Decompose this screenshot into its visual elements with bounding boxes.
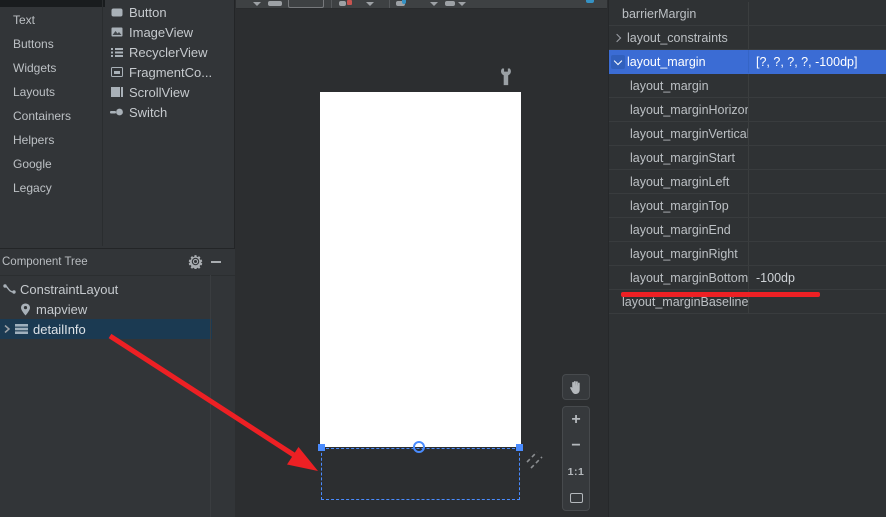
dropdown-arrow-icon[interactable]: [366, 2, 374, 6]
palette-item-button[interactable]: Button: [104, 2, 235, 22]
magnet-accent: [402, 0, 406, 4]
wrench-icon: [501, 68, 512, 87]
toolbar-separator: [389, 0, 390, 8]
attr-row-layout-margin-group[interactable]: layout_margin [?, ?, ?, ?, -100dp]: [609, 50, 886, 74]
attributes-table: barrierMargin layout_constraints layout_…: [609, 2, 886, 314]
attr-row-layout-marginhorizontal[interactable]: layout_marginHorizon...: [609, 98, 886, 122]
dropdown-arrow-icon[interactable]: [430, 2, 438, 6]
palette-category-widgets[interactable]: Widgets: [0, 56, 101, 80]
palette-item-imageview[interactable]: ImageView: [104, 22, 235, 42]
zoom-controls: + − 1:1: [562, 406, 590, 511]
attr-row-layout-marginleft[interactable]: layout_marginLeft: [609, 170, 886, 194]
attr-row-layout-marginstart[interactable]: layout_marginStart: [609, 146, 886, 170]
palette-column-divider: [102, 0, 103, 246]
device-frame-outline[interactable]: [288, 0, 324, 8]
component-tree-title: Component Tree: [2, 256, 88, 268]
palette-item-label: ScrollView: [129, 85, 189, 100]
palette-category-layouts[interactable]: Layouts: [0, 80, 101, 104]
zoom-out-button[interactable]: −: [563, 433, 589, 459]
toolbar-separator: [331, 0, 332, 8]
button-icon: [110, 6, 123, 19]
palette-category-containers[interactable]: Containers: [0, 104, 101, 128]
palette-category-helpers[interactable]: Helpers: [0, 128, 101, 152]
palette-item-scrollview[interactable]: ScrollView: [104, 82, 235, 102]
attr-row-barriermargin[interactable]: barrierMargin: [609, 2, 886, 26]
palette-component-list: Button ImageView RecyclerView: [104, 2, 235, 122]
settings-gear-icon[interactable]: [188, 254, 203, 269]
palette-category-buttons[interactable]: Buttons: [0, 32, 101, 56]
imageview-icon: [110, 26, 123, 39]
palette-panel: Text Buttons Widgets Layouts Containers …: [0, 0, 235, 517]
device-icon[interactable]: [268, 1, 282, 6]
notification-icon[interactable]: [586, 0, 594, 3]
palette-item-label: Switch: [129, 105, 167, 120]
selected-view-detailinfo[interactable]: [321, 448, 520, 500]
attr-row-layout-margintop[interactable]: layout_marginTop: [609, 194, 886, 218]
palette-category-text[interactable]: Text: [0, 8, 101, 32]
palette-item-switch[interactable]: Switch: [104, 102, 235, 122]
expand-chevron-icon[interactable]: [611, 55, 625, 69]
palette-tab-edge: [0, 0, 105, 7]
constraint-anchor-top[interactable]: [413, 441, 425, 453]
tree-panel-scrollbar[interactable]: [210, 275, 211, 517]
attr-row-layout-constraints[interactable]: layout_constraints: [609, 26, 886, 50]
expand-chevron-icon[interactable]: [3, 325, 11, 333]
tree-item-detailinfo[interactable]: detailInfo: [0, 319, 212, 339]
fit-screen-icon: [570, 493, 583, 503]
attributes-panel: barrierMargin layout_constraints layout_…: [608, 0, 886, 517]
device-canvas[interactable]: [320, 92, 521, 447]
constraintlayout-icon: [3, 283, 16, 296]
attr-row-layout-margin[interactable]: layout_margin: [609, 74, 886, 98]
fragment-container-icon: [110, 66, 123, 79]
selection-handle-top-right[interactable]: [516, 444, 523, 451]
attr-row-layout-marginend[interactable]: layout_marginEnd: [609, 218, 886, 242]
collapse-chevron-icon[interactable]: [611, 31, 625, 45]
palette-category-google[interactable]: Google: [0, 152, 101, 176]
scrollview-icon: [110, 86, 123, 99]
palette-category-list: Text Buttons Widgets Layouts Containers …: [0, 8, 101, 200]
attr-row-layout-marginright[interactable]: layout_marginRight: [609, 242, 886, 266]
location-pin-icon: [19, 303, 32, 316]
dropdown-arrow-icon[interactable]: [458, 2, 466, 6]
tree-item-constraintlayout[interactable]: ConstraintLayout: [0, 279, 212, 299]
hand-icon: [569, 380, 583, 395]
zoom-fit-button[interactable]: [563, 485, 589, 511]
palette-category-legacy[interactable]: Legacy: [0, 176, 101, 200]
tree-item-label: ConstraintLayout: [20, 282, 118, 297]
android-studio-layout-editor: Text Buttons Widgets Layouts Containers …: [0, 0, 886, 517]
tree-item-label: detailInfo: [33, 322, 86, 337]
zoom-in-button[interactable]: +: [563, 407, 589, 433]
attr-row-layout-marginvertical[interactable]: layout_marginVertical: [609, 122, 886, 146]
red-underline-annotation: [621, 292, 820, 297]
zoom-reset-button[interactable]: 1:1: [563, 459, 589, 485]
hide-panel-icon[interactable]: [211, 261, 221, 263]
list-view-icon: [15, 323, 28, 336]
component-tree-panel: Component Tree ConstraintLayout: [0, 248, 235, 517]
error-badge-icon[interactable]: [347, 0, 352, 5]
design-toolbar-clipped: [236, 0, 607, 9]
palette-item-fragmentcontainer[interactable]: FragmentCo...: [104, 62, 235, 82]
recyclerview-icon: [110, 46, 123, 59]
palette-item-recyclerview[interactable]: RecyclerView: [104, 42, 235, 62]
palette-item-label: RecyclerView: [129, 45, 208, 60]
palette-item-label: FragmentCo...: [129, 65, 212, 80]
tree-item-label: mapview: [36, 302, 87, 317]
selection-handle-top-left[interactable]: [318, 444, 325, 451]
component-tree-header: Component Tree: [0, 249, 235, 276]
attr-row-layout-marginbottom[interactable]: layout_marginBottom -100dp: [609, 266, 886, 290]
switch-icon: [110, 106, 123, 119]
dropdown-arrow-icon[interactable]: [253, 2, 261, 6]
refresh-icon[interactable]: [339, 1, 346, 6]
palette-item-label: Button: [129, 5, 167, 20]
palette-item-label: ImageView: [129, 25, 193, 40]
resize-corner-handle[interactable]: [524, 449, 544, 470]
guideline-icon[interactable]: [445, 1, 455, 6]
pan-button[interactable]: [562, 374, 590, 400]
component-tree-items: ConstraintLayout mapview detailInfo: [0, 276, 235, 339]
tree-item-mapview[interactable]: mapview: [0, 299, 228, 319]
